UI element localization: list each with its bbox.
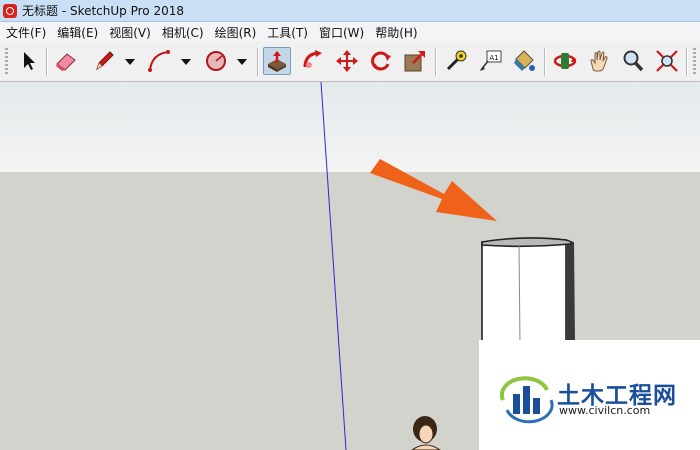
zoom-extents-tool-button[interactable] [653,47,681,75]
circle-shape-icon [206,51,226,71]
move-icon [336,50,358,72]
title-bar: 无标题 - SketchUp Pro 2018 [0,0,700,22]
follow-me-icon [303,50,322,68]
paint-bucket-icon [514,50,535,71]
menu-file[interactable]: 文件(F) [6,24,46,41]
push-pull-tool-button[interactable] [263,47,291,75]
person-figure-icon [411,416,441,450]
window-title: 无标题 - SketchUp Pro 2018 [22,4,184,18]
line-tool-button[interactable] [90,47,118,75]
toolbar-separator [257,48,259,76]
orbit-tool-button[interactable] [551,47,579,75]
cylinder-model[interactable] [481,237,575,345]
rotate-icon [371,51,391,71]
toolbar-separator [435,48,437,76]
tape-measure-icon [446,50,467,71]
shapes-dropdown-button[interactable] [235,56,249,68]
shapes-tool-button[interactable] [202,47,230,75]
zoom-tool-button[interactable] [619,47,647,75]
select-tool-button[interactable] [14,47,42,75]
chevron-down-icon [125,59,135,65]
toolbar-grip[interactable] [5,48,8,76]
menu-draw[interactable]: 绘图(R) [215,24,257,41]
watermark-url-text: www.civilcn.com [559,404,651,417]
text-tool-button[interactable]: A1 [476,47,504,75]
orbit-icon [553,53,577,69]
menu-help[interactable]: 帮助(H) [375,24,417,41]
menu-bar: 文件(F) 编辑(E) 视图(V) 相机(C) 绘图(R) 工具(T) 窗口(W… [0,22,700,42]
svg-text:A1: A1 [489,54,498,62]
move-tool-button[interactable] [333,47,361,75]
chevron-down-icon [237,59,247,65]
menu-camera[interactable]: 相机(C) [162,24,204,41]
zoom-extents-icon [656,50,678,72]
paint-bucket-tool-button[interactable] [510,47,538,75]
menu-view[interactable]: 视图(V) [109,24,151,41]
follow-me-tool-button[interactable] [299,47,327,75]
tape-measure-tool-button[interactable] [442,47,470,75]
scale-icon [404,51,425,72]
magnifier-icon [623,50,644,72]
sketchup-logo-icon [3,3,17,18]
arrow-cursor-icon [24,52,35,70]
eraser-icon [56,53,76,71]
arc-dropdown-button[interactable] [179,56,193,68]
hand-icon [590,50,608,72]
menu-window[interactable]: 窗口(W) [319,24,364,41]
toolbar-separator [544,48,546,76]
annotation-arrow-icon [370,159,497,221]
toolbar-grip[interactable] [693,48,696,76]
line-dropdown-button[interactable] [123,56,137,68]
chevron-down-icon [181,59,191,65]
eraser-tool-button[interactable] [52,47,80,75]
pencil-icon [96,51,114,71]
watermark-overlay: 土木工程网 www.civilcn.com [479,340,700,450]
pan-tool-button[interactable] [585,47,613,75]
blue-axis-line [320,82,347,450]
menu-edit[interactable]: 编辑(E) [57,24,98,41]
main-toolbar: A1 [0,42,700,82]
scale-tool-button[interactable] [401,47,429,75]
push-pull-icon [268,51,286,72]
civilcn-logo-icon [499,376,554,424]
toolbar-separator [46,48,48,76]
arc-tool-button[interactable] [145,47,173,75]
text-label-icon: A1 [480,50,502,71]
arc-icon [148,50,170,72]
toolbar-separator [686,48,688,76]
rotate-tool-button[interactable] [367,47,395,75]
menu-tools[interactable]: 工具(T) [267,24,308,41]
